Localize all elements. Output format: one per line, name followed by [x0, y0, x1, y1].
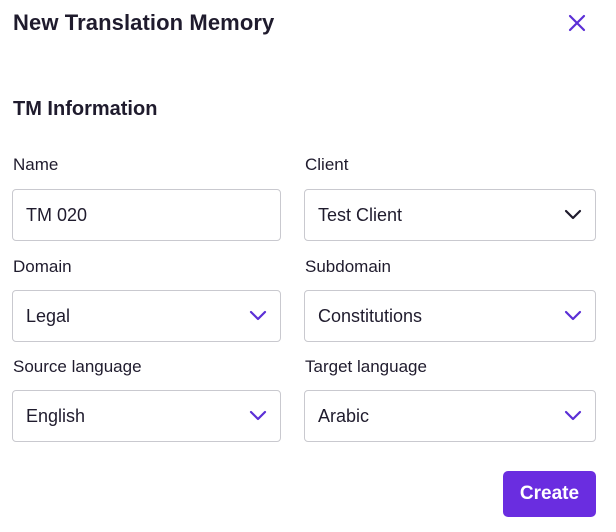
target-language-label: Target language: [305, 357, 427, 376]
new-tm-dialog: New Translation Memory TM Information Na…: [0, 0, 616, 532]
source-language-value: English: [26, 405, 86, 426]
source-language-label: Source language: [13, 357, 142, 376]
name-input[interactable]: [26, 204, 268, 226]
domain-select[interactable]: Legal: [12, 290, 281, 342]
name-label: Name: [13, 155, 59, 174]
chevron-down-icon: [563, 306, 583, 326]
chevron-down-icon: [563, 205, 583, 225]
domain-label: Domain: [13, 257, 72, 276]
client-value: Test Client: [318, 204, 403, 225]
dialog-title: New Translation Memory: [13, 10, 275, 35]
subdomain-value: Constitutions: [318, 305, 423, 326]
name-field[interactable]: [12, 189, 281, 241]
target-language-value: Arabic: [318, 405, 370, 426]
target-language-select[interactable]: Arabic: [304, 390, 596, 442]
close-button[interactable]: [564, 10, 590, 36]
chevron-down-icon: [248, 306, 268, 326]
subdomain-select[interactable]: Constitutions: [304, 290, 596, 342]
source-language-select[interactable]: English: [12, 390, 281, 442]
client-select[interactable]: Test Client: [304, 189, 596, 241]
chevron-down-icon: [248, 406, 268, 426]
subdomain-label: Subdomain: [305, 257, 392, 276]
section-title: TM Information: [13, 98, 158, 120]
chevron-down-icon: [563, 406, 583, 426]
create-button[interactable]: Create: [503, 471, 596, 517]
client-label: Client: [305, 155, 349, 174]
close-icon: [568, 14, 586, 32]
domain-value: Legal: [26, 305, 71, 326]
